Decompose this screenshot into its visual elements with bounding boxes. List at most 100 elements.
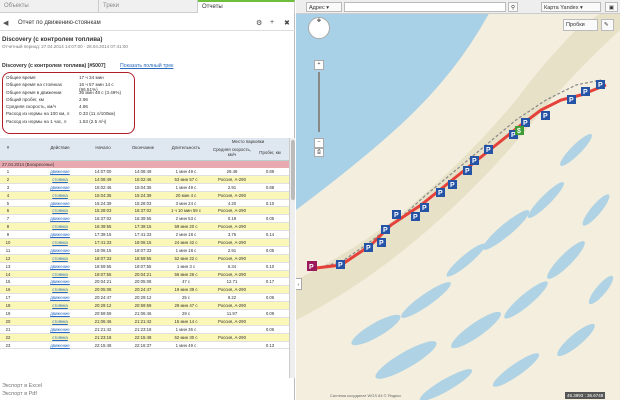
col-speed: Средняя скорость, км/ч <box>212 147 252 157</box>
back-arrow-icon[interactable]: ◀ <box>3 19 8 27</box>
table-cell: 1 мин 3 с <box>176 263 196 269</box>
action-link[interactable]: движение <box>40 247 80 255</box>
table-scrollbar[interactable] <box>289 138 295 378</box>
action-link[interactable]: движение <box>40 310 80 318</box>
table-cell: 59 мин 20 с <box>174 224 198 230</box>
stat-label: Общий пробег, км <box>6 96 44 102</box>
pan-control[interactable]: ✥ <box>308 17 330 39</box>
table-cell: 3 <box>6 184 10 190</box>
table-cell: Россия, А-290 <box>218 271 246 277</box>
table-cell: 14:07:00 <box>94 169 112 174</box>
svg-text:P: P <box>438 190 443 197</box>
table-row[interactable]: 6 стоянка 15:28:03 16:37:02 1 ч 10 мин 59 с Р… <box>0 207 289 216</box>
action-link[interactable]: стоянка <box>40 239 80 247</box>
search-icon[interactable]: ⚲ <box>508 2 518 12</box>
action-link[interactable]: стоянка <box>40 318 80 326</box>
table-row[interactable]: 18 стоянка 20:29:12 20:59:59 29 мин 47 с Росс… <box>0 302 289 311</box>
export-pdf-link[interactable]: Экспорт в Pdf <box>2 390 42 398</box>
table-row[interactable]: 9 движение 17:39:15 17:41:33 2 мин 18 с 3.76 0… <box>0 231 289 240</box>
action-link[interactable]: движение <box>40 294 80 302</box>
stat-value: 1.53 (2.5 л/ч) <box>79 118 107 124</box>
action-link[interactable]: движение <box>40 278 80 286</box>
table-row[interactable]: 19 движение 20:59:59 21:06:46 29 с 11.97 0.09 <box>0 310 289 318</box>
table-row[interactable]: 3 движение 15:02:46 15:04:35 1 мин 49 с 2.91 0… <box>0 183 289 192</box>
table-row[interactable]: 2 стоянка 14:08:49 15:02:46 53 мин 57 с Росси… <box>0 175 289 184</box>
map-type-select[interactable]: Карта Yandex ▾ <box>541 2 601 12</box>
table-row[interactable]: 4 стоянка 15:04:35 15:24:39 20 мин 4 с Россия… <box>0 191 289 200</box>
table-row[interactable]: 1 движение 14:07:00 14:08:49 1 мин 49 с 29.48… <box>0 168 289 176</box>
stat-row: Общее время в движении 36 мин 48 с (3.49%… <box>6 90 131 97</box>
action-link[interactable]: стоянка <box>40 271 80 279</box>
tab-objects[interactable]: Объекты <box>0 0 99 13</box>
table-row[interactable]: 20 стоянка 21:06:46 21:21:42 15 мин 14 с Росс… <box>0 317 289 326</box>
action-link[interactable]: движение <box>40 326 80 334</box>
action-link[interactable]: движение <box>40 231 80 239</box>
table-row[interactable]: 15 движение 20:04:21 20:05:08 47 с 12.71 0.17 <box>0 278 289 287</box>
plus-icon[interactable]: + <box>270 19 274 26</box>
collapse-panel-icon[interactable]: ‹ <box>296 278 302 290</box>
export-excel-link[interactable]: Экспорт в Excel <box>2 382 42 390</box>
report-table: # Действие Начало Окончание Длительность… <box>0 138 295 378</box>
action-link[interactable]: стоянка <box>40 176 80 184</box>
print-icon[interactable]: ⎙ <box>314 148 324 157</box>
table-cell: 18 <box>5 303 11 309</box>
action-link[interactable]: стоянка <box>40 223 80 231</box>
close-icon[interactable]: ✖ <box>284 19 290 27</box>
table-row[interactable]: 11 движение 18:06:15 18:07:33 1 мин 18 с 2.91… <box>0 246 289 255</box>
tab-tracks[interactable]: Треки <box>99 0 198 13</box>
zoom-in-button[interactable]: + <box>314 60 324 70</box>
stat-label: Общее время <box>6 75 36 80</box>
table-cell: 22:16:37 <box>134 342 152 348</box>
address-dropdown[interactable]: Адрес ▾ <box>306 2 342 12</box>
table-cell: 2 мин 53 с <box>175 216 197 222</box>
table-row[interactable]: 7 движение 16:37:02 16:39:55 2 мин 53 с 0.19 0… <box>0 215 289 224</box>
action-link[interactable]: движение <box>40 215 80 223</box>
address-search-input[interactable] <box>344 2 506 12</box>
stat-label: Расход из нормы на 100 км, л <box>6 111 70 117</box>
table-cell: 6 <box>6 208 10 214</box>
ruler-icon[interactable]: ✎ <box>601 19 614 31</box>
gear-icon[interactable]: ⚙ <box>256 19 262 27</box>
table-cell: 18:07:33 <box>134 247 152 253</box>
table-cell: Россия, А-290 <box>218 240 246 246</box>
table-cell: 20:59:59 <box>134 303 152 309</box>
map-view[interactable]: P P P P P P P P P P P P P P P $ P P P P <box>296 0 620 400</box>
table-row[interactable]: 22 стоянка 21:23:18 22:15:48 52 мин 30 с Росс… <box>0 333 289 342</box>
traffic-button[interactable]: Пробки <box>563 19 598 31</box>
zoom-out-button[interactable]: – <box>314 138 324 148</box>
map-copyright: Система координат WGS 84 © Яндекс <box>330 393 402 398</box>
action-link[interactable]: стоянка <box>40 334 80 342</box>
scrollbar-thumb[interactable] <box>291 140 295 200</box>
table-cell: 20:59:59 <box>94 311 112 317</box>
fullscreen-icon[interactable]: ▣ <box>605 2 618 12</box>
action-link[interactable]: стоянка <box>40 207 80 215</box>
action-link[interactable]: движение <box>40 184 80 192</box>
table-row[interactable]: 16 стоянка 20:05:08 20:24:47 19 мин 39 с Росс… <box>0 286 289 295</box>
table-row[interactable]: 23 движение 22:15:48 22:16:37 1 мин 49 с 0.13 <box>0 341 289 350</box>
table-row[interactable]: 13 движение 18:59:55 19:07:55 1 мин 3 с 6.34 0… <box>0 262 289 271</box>
col-mileage: Пробег, км <box>259 150 281 155</box>
map-canvas[interactable]: P P P P P P P P P P P P P P P $ P P P P <box>296 0 620 400</box>
action-link[interactable]: стоянка <box>40 302 80 310</box>
action-link[interactable]: движение <box>40 200 80 208</box>
show-track-link[interactable]: Показать полный трек <box>120 63 173 69</box>
table-cell: 21:23:18 <box>94 334 112 340</box>
table-row[interactable]: 5 движение 15:24:39 15:28:03 3 мин 24 с 4.20 0… <box>0 199 289 208</box>
action-link[interactable]: движение <box>40 342 80 350</box>
stat-value: 17 ч 34 мин <box>79 75 104 80</box>
tab-reports[interactable]: Отчеты <box>198 0 295 13</box>
action-link[interactable]: движение <box>40 263 80 271</box>
zoom-slider[interactable] <box>318 72 320 132</box>
table-row[interactable]: 10 стоянка 17:41:33 18:06:15 24 мин 42 с Росс… <box>0 239 289 247</box>
action-link[interactable]: стоянка <box>40 286 80 294</box>
table-row[interactable]: 14 стоянка 19:07:55 20:04:21 56 мин 26 с Росс… <box>0 270 289 279</box>
action-link[interactable]: стоянка <box>40 255 80 263</box>
action-link[interactable]: стоянка <box>40 192 80 200</box>
table-row[interactable]: 8 стоянка 16:39:55 17:39:15 59 мин 20 с Росси… <box>0 223 289 232</box>
table-cell: Россия, А-290 <box>218 318 246 324</box>
table-row[interactable]: 17 движение 20:24:47 20:29:12 25 с 9.22 0.06 <box>0 294 289 303</box>
table-cell: 2.91 <box>227 184 237 190</box>
table-row[interactable]: 12 стоянка 18:07:33 18:59:55 52 мин 22 с Росс… <box>0 254 289 263</box>
action-link[interactable]: движение <box>40 168 80 176</box>
table-row[interactable]: 21 движение 21:21:42 21:23:18 1 мин 36 с 0.06 <box>0 325 289 334</box>
